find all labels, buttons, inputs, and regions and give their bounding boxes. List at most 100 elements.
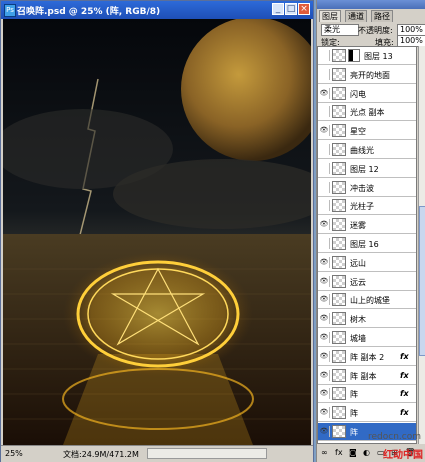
layer-name: 亮开的地面 — [350, 71, 390, 80]
zoom-level[interactable]: 25% — [5, 449, 23, 458]
layer-thumbnail — [332, 237, 346, 250]
link-icon[interactable]: ∞ — [321, 448, 328, 457]
document-title-bar[interactable]: Ps 召唤阵.psd @ 25% (阵, RGB/8) _ □ × — [1, 1, 313, 19]
layer-thumbnail — [332, 425, 346, 438]
layer-thumbnail — [332, 293, 346, 306]
layer-name: 曲线光 — [350, 146, 374, 155]
layer-row[interactable]: 👁 远山 — [318, 254, 416, 272]
eye-icon[interactable]: 👁 — [319, 294, 330, 305]
minimize-button[interactable]: _ — [272, 3, 284, 15]
tab-layers[interactable]: 图层 — [319, 10, 341, 22]
eye-icon[interactable]: 👁 — [319, 276, 330, 287]
layer-name: 远云 — [350, 278, 366, 287]
horizontal-scrollbar[interactable] — [147, 448, 267, 459]
panel-title-bar[interactable] — [317, 0, 425, 9]
eye-icon[interactable] — [319, 106, 330, 117]
eye-icon[interactable] — [319, 182, 330, 193]
layer-name: 阵 — [350, 428, 358, 437]
layer-list-scrollbar[interactable] — [418, 46, 425, 444]
layer-row[interactable]: 👁 阵 fx — [318, 385, 416, 403]
eye-icon[interactable]: 👁 — [319, 219, 330, 230]
layer-thumbnail — [332, 181, 346, 194]
eye-icon[interactable]: 👁 — [319, 426, 330, 437]
layer-row[interactable]: 👁 迷雾 — [318, 216, 416, 234]
layer-name: 城墙 — [350, 334, 366, 343]
layer-row[interactable]: 👁 阵 副本 2 fx — [318, 348, 416, 366]
fx-icon[interactable]: fx — [400, 371, 409, 380]
layer-name: 星空 — [350, 127, 366, 136]
eye-icon[interactable] — [319, 50, 330, 61]
layer-thumbnail — [332, 256, 346, 269]
layer-thumbnail — [332, 406, 346, 419]
layer-row[interactable]: 👁 城墙 — [318, 329, 416, 347]
layer-name: 山上的城堡 — [350, 296, 390, 305]
tab-paths[interactable]: 路径 — [371, 10, 393, 22]
fx-icon[interactable]: fx — [400, 352, 409, 361]
document-window: Ps 召唤阵.psd @ 25% (阵, RGB/8) _ □ × 25% 文档… — [0, 0, 314, 462]
eye-icon[interactable] — [319, 200, 330, 211]
layer-name: 闪电 — [350, 90, 366, 99]
eye-icon[interactable]: 👁 — [319, 370, 330, 381]
layer-thumbnail — [332, 124, 346, 137]
eye-icon[interactable]: 👁 — [319, 351, 330, 362]
layer-row[interactable]: 👁 树木 — [318, 310, 416, 328]
magic-glow — [63, 252, 253, 376]
adjustment-icon[interactable]: ◐ — [363, 448, 370, 457]
layer-name: 远山 — [350, 259, 366, 268]
eye-icon[interactable]: 👁 — [319, 88, 330, 99]
eye-icon[interactable]: 👁 — [319, 407, 330, 418]
layer-thumbnail — [332, 275, 346, 288]
layer-row[interactable]: 👁 远云 — [318, 273, 416, 291]
eye-icon[interactable] — [319, 163, 330, 174]
layer-thumbnail — [332, 218, 346, 231]
maximize-button[interactable]: □ — [285, 3, 297, 15]
fx-icon[interactable]: fx — [400, 408, 409, 417]
layer-row[interactable]: 图层 12 — [318, 160, 416, 178]
layer-row[interactable]: 👁 阵 fx — [318, 404, 416, 422]
mask-icon[interactable]: ◙ — [349, 448, 357, 457]
scrollbar-thumb[interactable] — [419, 206, 425, 356]
layer-thumbnail — [332, 49, 346, 62]
layer-row[interactable]: 亮开的地面 — [318, 66, 416, 84]
watermark-url: redocn.com — [368, 432, 421, 442]
document-size[interactable]: 文档:24.9M/471.2M — [63, 449, 139, 460]
tab-channels[interactable]: 通道 — [345, 10, 367, 22]
layer-name: 阵 副本 — [350, 372, 377, 381]
eye-icon[interactable]: 👁 — [319, 257, 330, 268]
eye-icon[interactable] — [319, 238, 330, 249]
layer-name: 图层 16 — [350, 240, 379, 249]
eye-icon[interactable]: 👁 — [319, 388, 330, 399]
layer-row[interactable]: 👁 闪电 — [318, 85, 416, 103]
eye-icon[interactable] — [319, 69, 330, 80]
layer-row[interactable]: 👁 山上的城堡 — [318, 291, 416, 309]
eye-icon[interactable]: 👁 — [319, 313, 330, 324]
layer-list: 图层 13 亮开的地面 👁 闪电光点 副本 👁 星空曲线光图层 12 冲击波光柱子 👁 迷雾图层… — [317, 46, 417, 444]
layer-row[interactable]: 图层 13 — [318, 47, 416, 65]
layer-thumbnail — [332, 312, 346, 325]
layer-thumbnail — [332, 199, 346, 212]
layer-row[interactable]: 👁 阵 副本 fx — [318, 367, 416, 385]
layer-row[interactable]: 光点 副本 — [318, 103, 416, 121]
layer-mask-thumbnail[interactable] — [348, 49, 360, 62]
eye-icon[interactable]: 👁 — [319, 125, 330, 136]
layer-row[interactable]: 图层 16 — [318, 235, 416, 253]
layer-name: 冲击波 — [350, 184, 374, 193]
blend-mode-select[interactable]: 柔光 — [321, 24, 359, 36]
eye-icon[interactable] — [319, 144, 330, 155]
layer-thumbnail — [332, 105, 346, 118]
layer-row[interactable]: 曲线光 — [318, 141, 416, 159]
layer-thumbnail — [332, 387, 346, 400]
document-title: 召唤阵.psd @ 25% (阵, RGB/8) — [17, 7, 161, 17]
close-button[interactable]: × — [298, 3, 310, 15]
canvas-artwork — [3, 19, 311, 445]
layer-thumbnail — [332, 162, 346, 175]
layer-row[interactable]: 👁 星空 — [318, 122, 416, 140]
layer-thumbnail — [332, 369, 346, 382]
layer-row[interactable]: 光柱子 — [318, 197, 416, 215]
eye-icon[interactable]: 👁 — [319, 332, 330, 343]
fx-icon[interactable]: fx — [335, 448, 343, 457]
image-canvas[interactable] — [3, 19, 311, 445]
layer-row[interactable]: 冲击波 — [318, 179, 416, 197]
fx-icon[interactable]: fx — [400, 389, 409, 398]
layer-thumbnail — [332, 350, 346, 363]
